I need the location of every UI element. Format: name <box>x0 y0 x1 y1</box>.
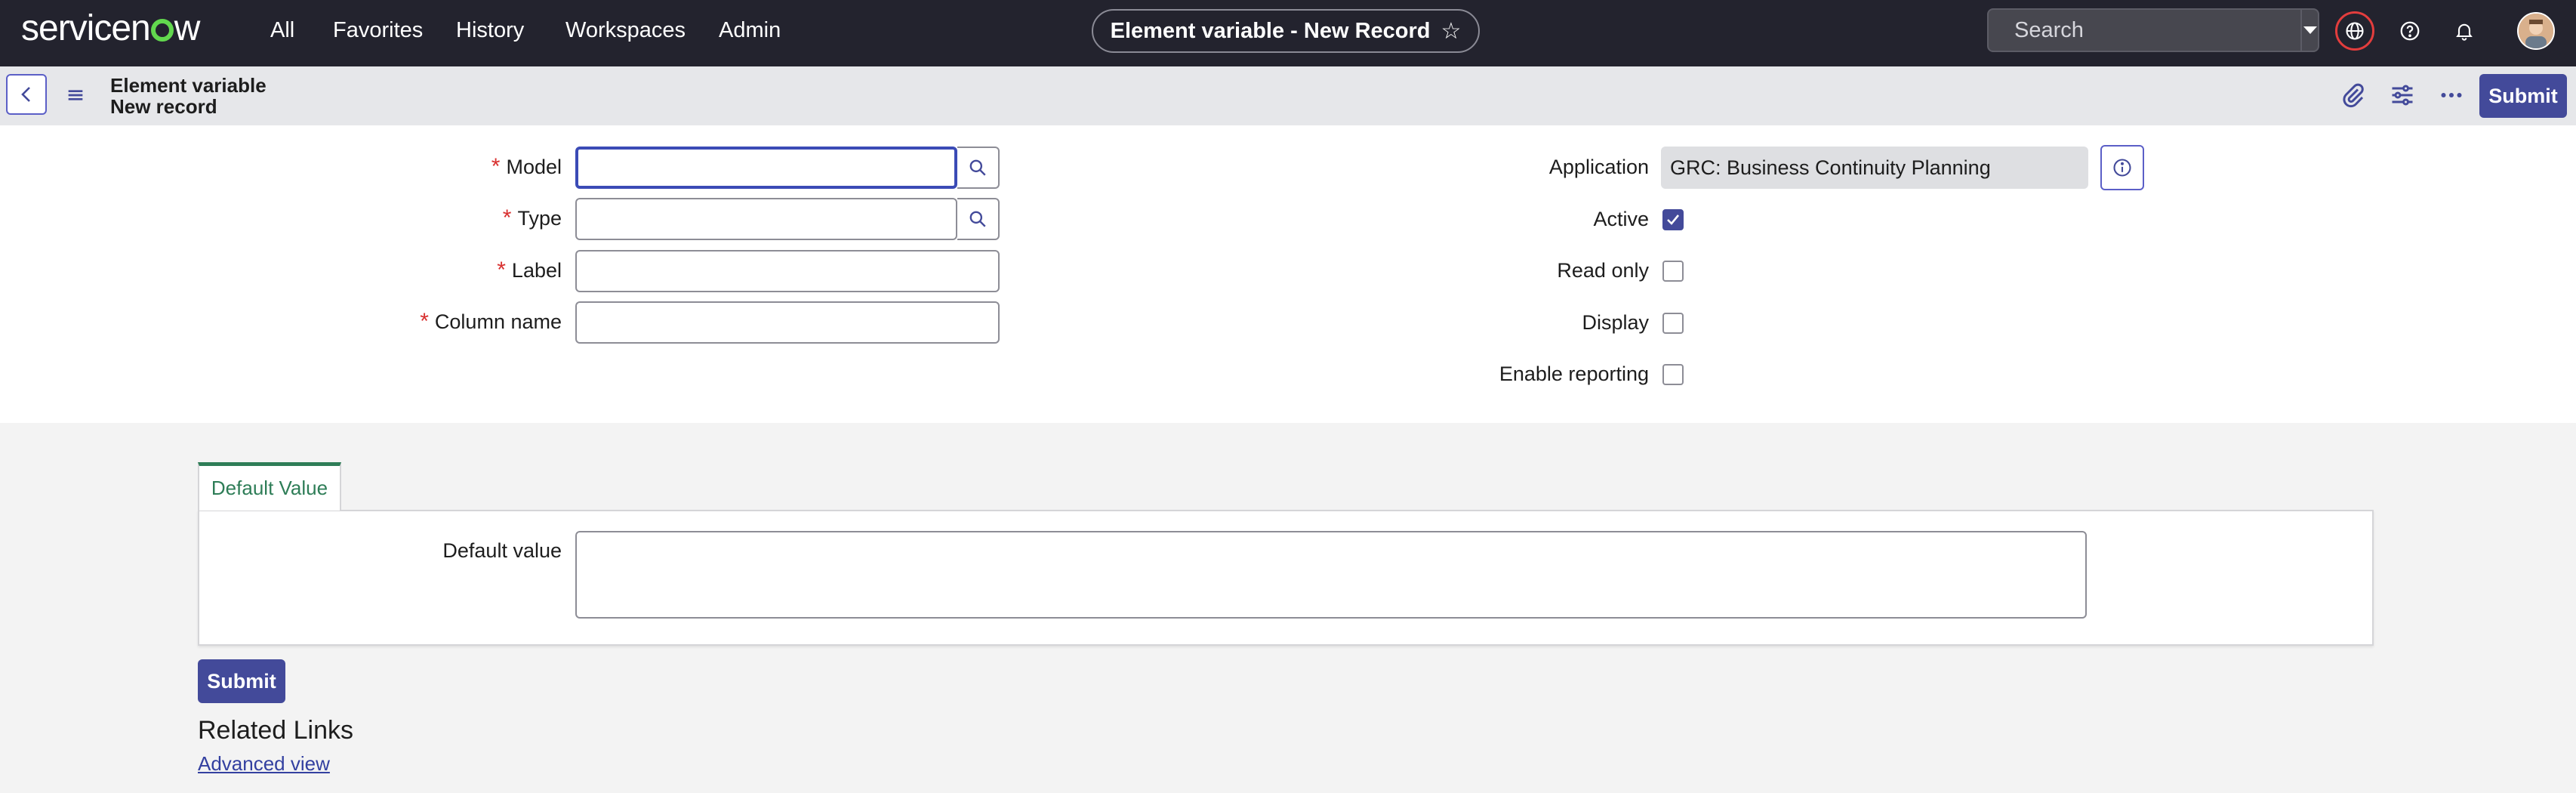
active-checkbox[interactable] <box>1662 209 1684 230</box>
back-button[interactable] <box>6 74 47 115</box>
form-header: Element variable New record Submit <box>0 66 2576 125</box>
submit-button-footer[interactable]: Submit <box>198 659 285 703</box>
help-icon <box>2400 21 2420 41</box>
read-only-checkbox[interactable] <box>1662 261 1684 282</box>
enable-reporting-label: Enable reporting <box>1499 363 1649 385</box>
search-icon <box>969 159 986 176</box>
globe-icon <box>2346 22 2364 40</box>
form-title: Element variable <box>110 74 267 97</box>
tab-default-value[interactable]: Default Value <box>198 462 341 511</box>
search-scope-dropdown[interactable] <box>2300 10 2319 51</box>
enable-reporting-checkbox[interactable] <box>1662 364 1684 385</box>
global-search[interactable] <box>1987 8 2319 52</box>
paperclip-icon[interactable] <box>2340 82 2367 109</box>
submit-button-header[interactable]: Submit <box>2479 74 2567 118</box>
form-subtitle: New record <box>110 95 217 118</box>
application-label: Application <box>1548 156 1649 178</box>
label-input[interactable] <box>577 251 1016 291</box>
type-label: * Type <box>502 205 562 230</box>
column-name-label: * Column name <box>420 309 562 334</box>
application-value: GRC: Business Continuity Planning <box>1661 147 2088 189</box>
servicenow-logo[interactable]: servicen w <box>21 6 200 51</box>
nav-workspaces[interactable]: Workspaces <box>565 15 686 45</box>
related-links-title: Related Links <box>198 716 354 745</box>
display-checkbox[interactable] <box>1662 313 1684 334</box>
model-field[interactable] <box>575 147 972 189</box>
context-menu-icon[interactable] <box>63 83 88 107</box>
scope-picker-button[interactable] <box>2335 11 2374 51</box>
column-name-input[interactable] <box>577 303 1016 342</box>
favorite-star-icon[interactable]: ☆ <box>1441 18 1461 45</box>
default-value-field[interactable] <box>575 531 2088 620</box>
record-title: Element variable - New Record <box>1110 18 1431 43</box>
search-icon <box>969 211 986 227</box>
column-name-field[interactable] <box>575 301 1016 344</box>
checkmark-icon <box>1667 214 1680 225</box>
default-value-label: Default value <box>442 539 562 562</box>
label-label: * Label <box>497 258 562 282</box>
type-lookup-button[interactable] <box>957 198 1000 240</box>
type-field[interactable] <box>575 198 974 240</box>
chevron-left-icon <box>21 87 30 102</box>
advanced-view-link[interactable]: Advanced view <box>198 752 330 776</box>
display-label: Display <box>1582 311 1649 334</box>
type-input[interactable] <box>577 199 974 239</box>
model-label: * Model <box>491 154 562 179</box>
required-asterisk-icon: * <box>497 258 506 282</box>
required-asterisk-icon: * <box>420 309 429 334</box>
help-button[interactable] <box>2390 11 2430 51</box>
nav-admin[interactable]: Admin <box>719 15 781 45</box>
nav-history[interactable]: History <box>456 15 524 45</box>
active-label: Active <box>1593 208 1649 230</box>
read-only-label: Read only <box>1557 259 1649 282</box>
top-navigation-bar: servicen w All Favorites History Workspac… <box>0 0 2576 66</box>
user-avatar[interactable] <box>2517 12 2555 50</box>
record-title-pill[interactable]: Element variable - New Record ☆ <box>1092 9 1480 53</box>
model-input[interactable] <box>578 150 972 186</box>
label-field[interactable] <box>575 250 1016 292</box>
model-lookup-button[interactable] <box>957 147 1000 189</box>
nav-favorites[interactable]: Favorites <box>333 15 423 45</box>
user-photo-icon <box>2519 14 2553 48</box>
more-options-icon[interactable] <box>2438 82 2465 109</box>
application-info-button[interactable] <box>2100 145 2144 190</box>
nav-all[interactable]: All <box>270 15 294 45</box>
bell-icon <box>2456 23 2473 41</box>
personalize-form-icon[interactable] <box>2389 82 2416 109</box>
notifications-button[interactable] <box>2445 11 2484 51</box>
default-value-textarea[interactable] <box>577 532 2088 620</box>
info-icon <box>2113 159 2131 177</box>
search-input[interactable] <box>2013 17 2300 44</box>
required-asterisk-icon: * <box>491 154 501 179</box>
required-asterisk-icon: * <box>502 205 512 230</box>
caret-down-icon <box>2303 26 2317 34</box>
